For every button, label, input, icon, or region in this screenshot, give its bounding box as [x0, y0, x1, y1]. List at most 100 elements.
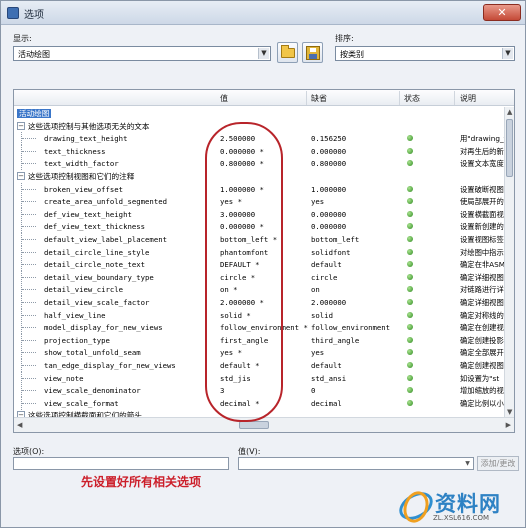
watermark-url: ZL.XSL616.COM [433, 514, 490, 522]
option-name: detail_circle_line_style [44, 247, 150, 257]
category-label: 这些选项控制与其他选项无关的文本 [28, 121, 150, 131]
table-header: 值 缺省 状态 说明 [14, 90, 514, 106]
status-ok-icon [407, 223, 413, 230]
option-default: 1.000000 [311, 184, 347, 194]
tree-connector [21, 396, 39, 410]
category-row[interactable]: 活动绘图 [14, 107, 504, 120]
tree-connector [21, 384, 39, 398]
sort-label: 排序: [335, 34, 354, 43]
option-description: 设置文本宽度 [460, 159, 504, 169]
add-change-button[interactable]: 添加/更改 [477, 456, 519, 471]
status-ok-icon [407, 299, 413, 305]
option-default: decimal [311, 398, 342, 408]
option-description: 对链路进行详 [460, 285, 504, 295]
option-description: 设置破断视图 [460, 184, 504, 194]
tree-connector [21, 371, 39, 385]
vertical-scrollbar[interactable]: ▲ ▼ [504, 107, 514, 417]
option-name: model_display_for_new_views [44, 323, 163, 333]
option-name: view_scale_denominator [44, 386, 141, 396]
status-ok-icon [407, 336, 413, 343]
option-default: 0.156250 [311, 134, 347, 144]
status-ok-icon [407, 261, 413, 268]
value-label: 值(V): [238, 447, 261, 456]
option-name: drawing_text_height [44, 134, 128, 144]
option-description: 如设置为"st [460, 373, 500, 383]
tree-connector [21, 283, 39, 297]
status-ok-icon [407, 387, 413, 394]
horizontal-scrollbar[interactable]: ◀ ▶ [14, 417, 514, 432]
option-description: 增加缩放的视 [460, 386, 504, 396]
status-ok-icon [407, 248, 413, 255]
option-name: view_note [44, 373, 84, 383]
option-description: 确定详细视图 [460, 272, 504, 282]
show-label: 显示: [13, 34, 32, 43]
tree-connector [21, 270, 39, 284]
status-ok-icon [407, 311, 413, 318]
option-description: 确定在创建视 [460, 323, 504, 333]
option-default: bottom_left [311, 235, 360, 244]
column-header-description[interactable]: 说明 [460, 93, 476, 104]
save-icon [306, 46, 320, 60]
option-default: 0 [311, 386, 316, 396]
close-button[interactable]: ✕ [483, 4, 521, 21]
option-default: third_angle [311, 335, 360, 345]
option-default: yes [311, 197, 325, 207]
option-description: 确定在非ASME [460, 260, 510, 270]
option-default: circle [311, 272, 338, 282]
sort-dropdown[interactable]: 按类别 ▼ [335, 46, 515, 61]
status-ok-icon [407, 399, 413, 406]
option-description: 对再生后的新 [460, 146, 504, 156]
status-ok-icon [407, 374, 413, 381]
folder-open-icon [281, 45, 295, 58]
category-label: 活动绘图 [17, 109, 52, 118]
category-label: 这些选项控制视图和它们的注释 [28, 172, 135, 181]
open-config-button[interactable] [277, 42, 298, 63]
tree-connector [21, 258, 39, 272]
option-input[interactable] [13, 457, 229, 470]
option-description: 确定创建投影 [460, 335, 504, 345]
tree-connector [21, 359, 39, 372]
vertical-scroll-thumb[interactable] [506, 119, 513, 177]
tree-connector [21, 132, 39, 146]
option-default: 2.000000 [311, 298, 347, 307]
status-ok-icon [407, 185, 413, 192]
option-name: projection_type [44, 335, 110, 345]
chevron-down-icon[interactable]: ▼ [462, 458, 473, 469]
column-header-value[interactable]: 值 [220, 93, 228, 104]
tree-connector [21, 157, 39, 171]
status-ok-icon [407, 236, 413, 242]
annotation-ellipse [205, 122, 283, 422]
collapse-icon[interactable]: − [17, 172, 25, 180]
tree-connector [21, 207, 39, 221]
option-name: detail_view_boundary_type [44, 272, 154, 282]
option-default: 0.000000 [311, 222, 347, 232]
app-icon [7, 7, 19, 19]
save-config-button[interactable] [302, 42, 323, 63]
status-ok-icon [407, 362, 413, 368]
option-name: detail_view_circle [44, 285, 124, 295]
column-header-status[interactable]: 状态 [404, 93, 420, 104]
option-name: broken_view_offset [44, 184, 124, 194]
tree-connector [21, 144, 39, 158]
option-description: 确定详细视图 [460, 298, 504, 307]
option-default: default [311, 361, 342, 370]
chevron-down-icon[interactable]: ▼ [258, 48, 269, 59]
column-header-default[interactable]: 缺省 [311, 93, 327, 104]
horizontal-scroll-thumb[interactable] [239, 421, 269, 429]
annotation-caption: 先设置好所有相关选项 [81, 475, 202, 489]
tree-connector [21, 296, 39, 309]
collapse-icon[interactable]: − [17, 121, 25, 130]
option-default: solidfont [311, 247, 351, 257]
status-ok-icon [407, 160, 413, 167]
chevron-down-icon[interactable]: ▼ [502, 48, 513, 59]
show-dropdown[interactable]: 活动绘图 ▼ [13, 46, 271, 61]
value-input[interactable]: ▼ [238, 457, 474, 470]
option-default: on [311, 285, 320, 295]
window-title: 选项 [24, 10, 44, 21]
option-description: 确定比例以小 [460, 398, 504, 408]
option-default: default [311, 260, 342, 270]
tree-connector [21, 308, 39, 322]
option-name: default_view_label_placement [44, 235, 168, 244]
option-label: 选项(O): [13, 447, 45, 456]
option-name: detail_view_scale_factor [44, 298, 150, 307]
